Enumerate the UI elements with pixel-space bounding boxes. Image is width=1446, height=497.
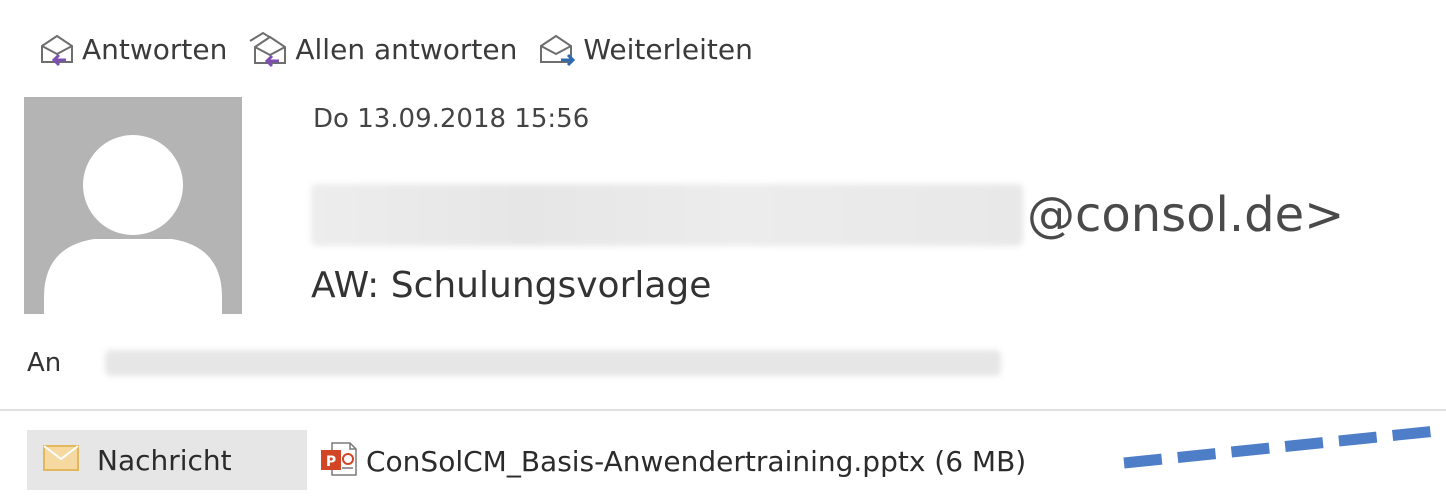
svg-text:P: P: [326, 454, 336, 470]
attachment-file-name: ConSolCM_Basis-Anwendertraining.pptx (6 …: [366, 444, 1027, 478]
sender-address[interactable]: @consol.de>: [311, 182, 1344, 248]
redacted-sender-name: [311, 184, 1023, 246]
attachment-file[interactable]: P ConSolCM_Basis-Anwendertraining.pptx (…: [320, 436, 1026, 486]
reply-all-button[interactable]: Allen antworten: [247, 31, 517, 69]
reply-all-icon: [247, 31, 289, 69]
forward-icon: [537, 32, 577, 68]
person-placeholder-icon: [44, 135, 222, 314]
reply-label: Antworten: [82, 33, 228, 66]
envelope-icon: [27, 445, 79, 475]
sender-avatar: [24, 97, 242, 314]
attachment-message-label: Nachricht: [97, 443, 232, 477]
reply-button[interactable]: Antworten: [38, 32, 227, 68]
attachment-message-tab[interactable]: Nachricht: [27, 430, 307, 490]
header-divider: [0, 409, 1446, 411]
forward-label: Weiterleiten: [583, 33, 753, 66]
message-date: Do 13.09.2018 15:56: [313, 104, 590, 134]
reply-icon: [38, 32, 76, 68]
message-subject: AW: Schulungsvorlage: [311, 265, 712, 306]
sender-domain: @consol.de>: [1027, 187, 1345, 243]
to-label: An: [27, 348, 62, 378]
recipients-row: An: [27, 348, 1001, 378]
annotation-dashed-arrow: [1120, 418, 1446, 492]
forward-button[interactable]: Weiterleiten: [537, 32, 753, 68]
powerpoint-file-icon: P: [320, 441, 358, 481]
reading-pane-toolbar: Antworten Allen antworten Weiterleiten: [38, 28, 753, 72]
redacted-recipients[interactable]: [105, 350, 1001, 376]
reply-all-label: Allen antworten: [295, 33, 518, 66]
